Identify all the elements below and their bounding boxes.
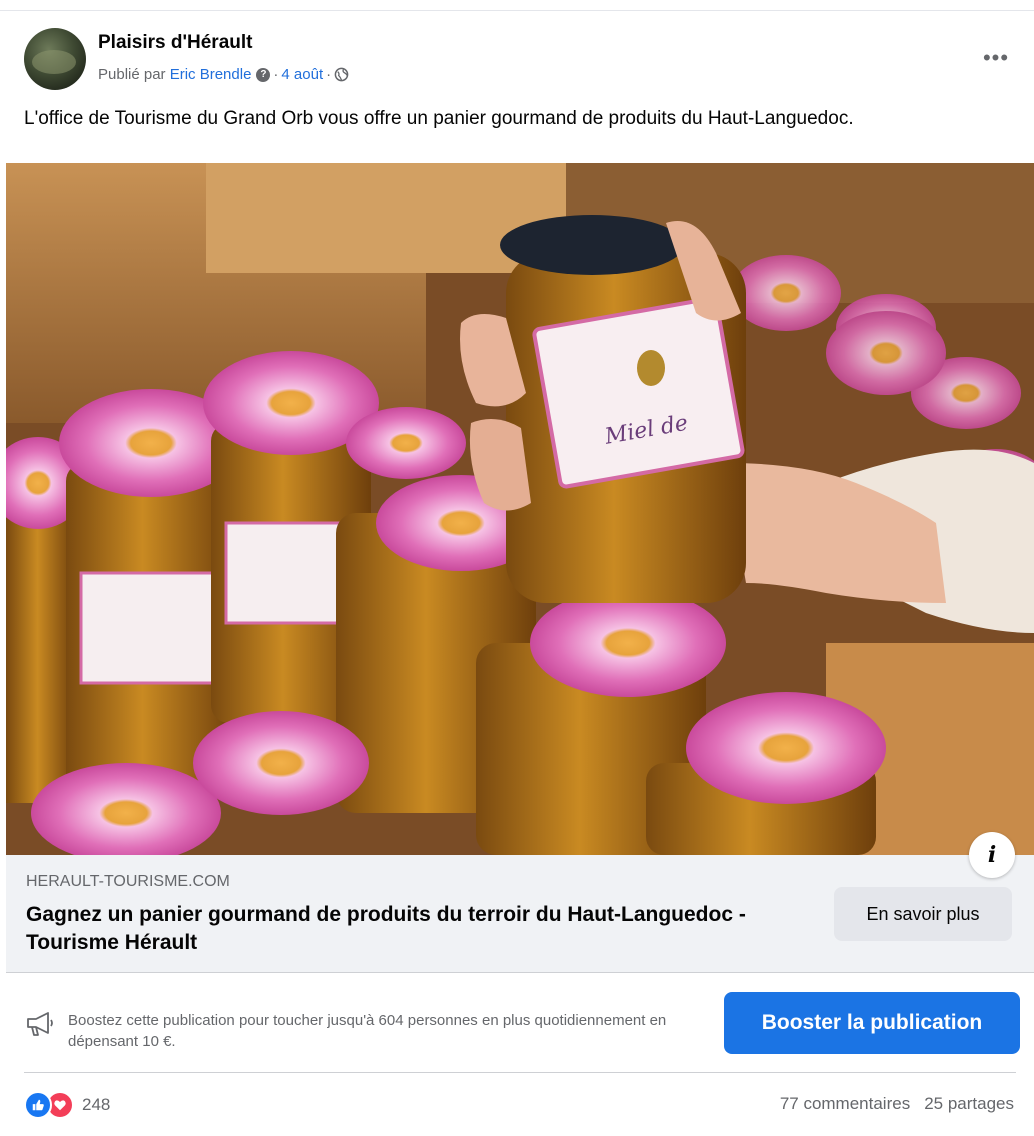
post-meta: Publié par Eric Brendle ? · 4 août · [98,66,349,83]
post-image[interactable]: Miel de [6,163,1034,855]
like-reaction-icon [24,1091,52,1119]
boost-description: Boostez cette publication pour toucher j… [68,1012,667,1050]
boost-post-button[interactable]: Booster la publication [724,992,1020,1054]
megaphone-icon [27,1012,53,1036]
meta-separator: · [273,66,279,83]
link-domain: HERAULT-TOURISME.COM [26,873,230,890]
honey-jars-photo: Miel de [6,163,1034,855]
facebook-post: Plaisirs d'Hérault Publié par Eric Brend… [0,0,1034,1136]
post-text: L'office de Tourisme du Grand Orb vous o… [24,108,854,129]
link-title[interactable]: Gagnez un panier gourmand de produits du… [26,901,786,957]
comments-count[interactable]: 77 commentaires [780,1094,910,1114]
more-options-icon[interactable]: ••• [978,45,1014,70]
author-link[interactable]: Eric Brendle [170,66,252,83]
boost-row: Boostez cette publication pour toucher j… [24,990,1020,1058]
shares-count[interactable]: 25 partages [924,1094,1014,1114]
link-preview[interactable]: HERAULT-TOURISME.COM Gagnez un panier go… [6,855,1034,973]
learn-more-button[interactable]: En savoir plus [834,887,1012,941]
top-divider [0,0,1034,11]
reaction-count: 248 [82,1095,111,1114]
meta-separator-2: · [326,66,332,83]
page-name[interactable]: Plaisirs d'Hérault [98,32,252,54]
post-header: Plaisirs d'Hérault Publié par Eric Brend… [24,28,1014,92]
reactions-summary[interactable]: 248 [24,1090,110,1120]
engagement-divider [24,1072,1016,1073]
question-icon[interactable]: ? [256,67,271,82]
globe-icon[interactable] [334,67,349,82]
page-avatar[interactable] [24,28,86,90]
info-icon[interactable]: i [969,832,1015,878]
post-date-link[interactable]: 4 août [281,66,323,83]
engagement-counts: 77 commentaires 25 partages [780,1094,1014,1114]
published-by-label: Publié par [98,66,166,83]
